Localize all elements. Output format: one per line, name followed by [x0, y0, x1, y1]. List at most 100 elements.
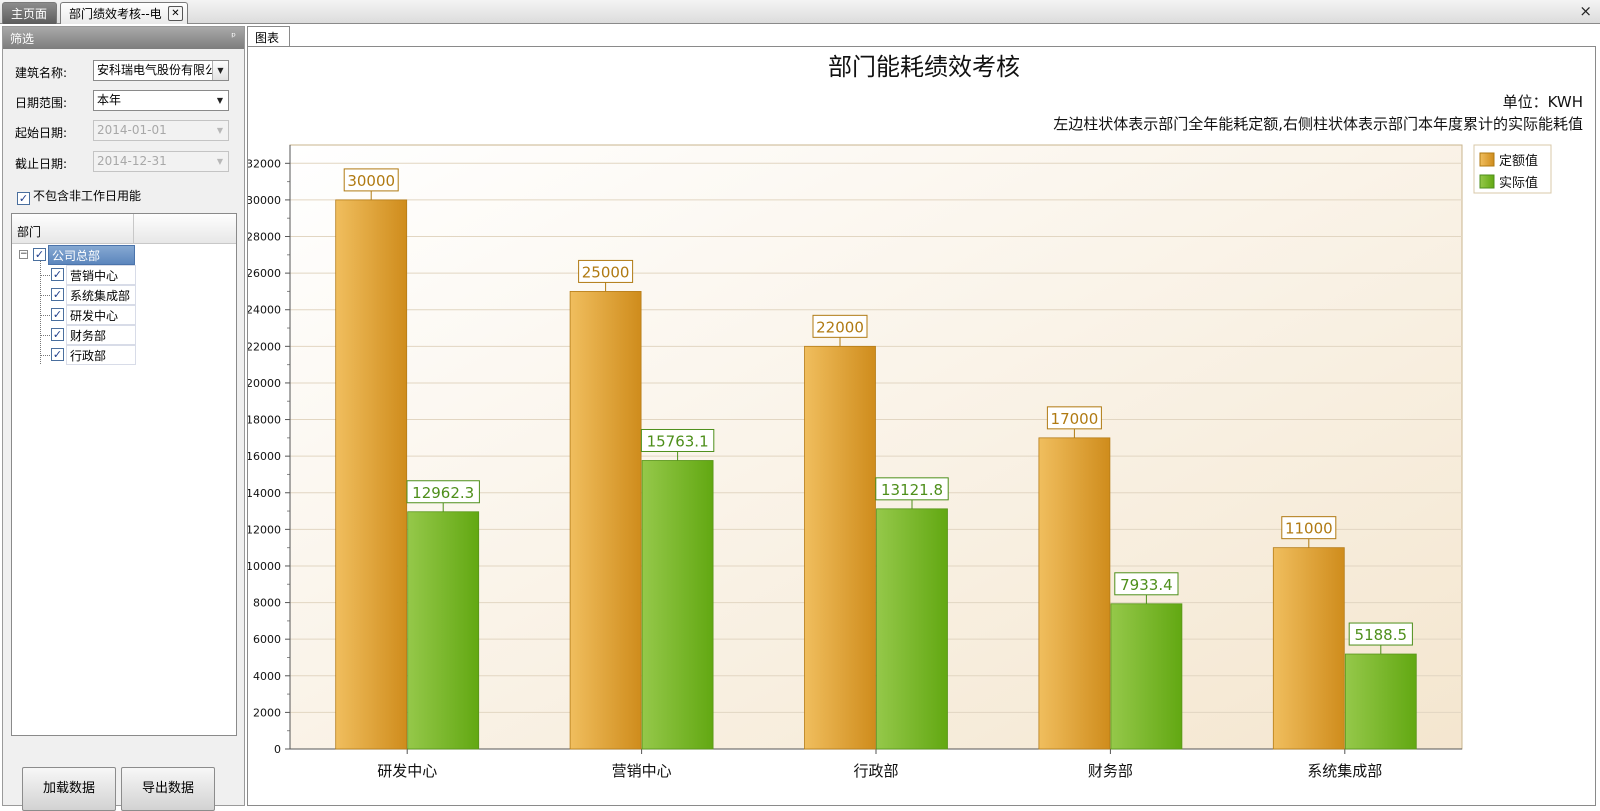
tree-connector — [40, 258, 41, 364]
bar-chart: 部门能耗绩效考核 单位：KWH 左边柱状体表示部门全年能耗定额,右侧柱状体表示部… — [248, 53, 1583, 780]
tree-node-label: 公司总部 — [48, 245, 135, 265]
tab-chart[interactable]: 图表 — [247, 26, 290, 46]
bar — [569, 291, 642, 750]
data-label: 25000 — [582, 263, 630, 281]
tab-department-performance[interactable]: 部门绩效考核--电 ✕ — [60, 2, 188, 24]
plot-area: 0 2000 4000 6000 8000 10000 12000 14000 16000 180… — [248, 144, 1463, 780]
tree-checkbox[interactable]: ✓ — [51, 288, 64, 301]
building-label: 建筑名称: — [15, 66, 68, 80]
tab-department-performance-label: 部门绩效考核--电 — [69, 7, 162, 21]
y-tick-label: 2000 — [253, 706, 281, 719]
bar — [335, 199, 408, 750]
y-tick-label: 14000 — [248, 487, 281, 500]
y-tick-label: 26000 — [248, 267, 281, 280]
tree-checkbox[interactable]: ✓ — [51, 268, 64, 281]
bar — [876, 508, 948, 750]
data-label: 17000 — [1051, 410, 1099, 428]
end-date-picker[interactable]: 2014-12-31 ▼ — [93, 151, 229, 172]
chart-title: 部门能耗绩效考核 — [828, 53, 1020, 81]
tab-close-icon[interactable]: ✕ — [168, 6, 183, 21]
chevron-down-icon[interactable]: ▼ — [212, 152, 228, 171]
y-tick-label: 24000 — [248, 304, 281, 317]
y-tick-label: 20000 — [248, 377, 281, 390]
tree-connector — [40, 315, 50, 316]
bar — [1344, 653, 1417, 750]
bar — [407, 511, 480, 750]
tree-checkbox[interactable]: ✓ — [51, 348, 64, 361]
filter-panel-header: 筛选 ᵖ — [3, 27, 244, 49]
tree-connector — [40, 355, 50, 356]
data-label: 22000 — [816, 318, 864, 336]
legend-label: 实际值 — [1499, 175, 1538, 191]
tree-connector — [40, 335, 50, 336]
tree-checkbox[interactable]: ✓ — [33, 248, 46, 261]
tree-node-label: 系统集成部 — [66, 285, 136, 305]
date-range-label: 日期范围: — [15, 96, 68, 110]
start-date-label: 起始日期: — [15, 126, 68, 140]
tree-connector — [40, 275, 50, 276]
tree-node-label: 营销中心 — [66, 265, 136, 285]
x-tick-label: 营销中心 — [612, 762, 672, 780]
y-tick-label: 10000 — [248, 560, 281, 573]
tree-checkbox[interactable]: ✓ — [51, 308, 64, 321]
building-select-value: 安科瑞电气股份有限公 — [97, 63, 218, 77]
chevron-down-icon[interactable]: ▼ — [212, 121, 228, 140]
x-tick-label: 财务部 — [1088, 762, 1133, 780]
x-tick-label: 行政部 — [853, 762, 898, 780]
data-label: 11000 — [1285, 520, 1333, 538]
tab-home[interactable]: 主页面 — [2, 2, 57, 24]
y-tick-label: 8000 — [253, 597, 281, 610]
x-tick-label: 系统集成部 — [1307, 762, 1382, 780]
data-label: 30000 — [347, 172, 395, 190]
data-label: 5188.5 — [1355, 626, 1408, 644]
start-date-picker[interactable]: 2014-01-01 ▼ — [93, 120, 229, 141]
close-window-icon[interactable]: × — [1579, 2, 1592, 20]
legend-swatch — [1479, 174, 1495, 189]
y-tick-label: 16000 — [248, 450, 281, 463]
export-data-button[interactable]: 导出数据 — [121, 767, 215, 811]
end-date-value: 2014-12-31 — [97, 154, 167, 168]
y-tick-label: 6000 — [253, 633, 281, 646]
chart-subtitle: 左边柱状体表示部门全年能耗定额,右侧柱状体表示部门本年度累计的实际能耗值 — [1053, 115, 1583, 133]
tree-header: 部门 — [12, 214, 236, 244]
bar — [1038, 437, 1111, 750]
y-tick-label: 30000 — [248, 194, 281, 207]
load-data-button[interactable]: 加载数据 — [22, 767, 116, 811]
chevron-down-icon[interactable]: ▼ — [212, 91, 228, 110]
bar — [1272, 547, 1345, 750]
exclude-nonworkday-label: 不包含非工作日用能 — [33, 189, 142, 203]
chart-unit-note: 单位：KWH — [1503, 93, 1583, 111]
exclude-nonworkday-option[interactable]: ✓ 不包含非工作日用能 — [17, 187, 142, 205]
data-label: 13121.8 — [881, 481, 943, 499]
chart-panel: 部门能耗绩效考核 单位：KWH 左边柱状体表示部门全年能耗定额,右侧柱状体表示部… — [247, 46, 1596, 806]
pin-icon[interactable]: ᵖ — [231, 30, 236, 43]
tab-home-label: 主页面 — [11, 7, 48, 21]
y-tick-label: 28000 — [248, 231, 281, 244]
tree-node-label: 行政部 — [66, 345, 136, 365]
chart-legend: 定额值实际值 — [1473, 144, 1552, 194]
y-tick-label: 0 — [274, 743, 281, 756]
date-range-select-value: 本年 — [97, 93, 122, 107]
y-tick-label: 32000 — [248, 157, 281, 170]
data-label: 7933.4 — [1120, 576, 1173, 594]
exclude-nonworkday-checkbox[interactable]: ✓ — [17, 192, 30, 205]
date-range-select[interactable]: 本年 ▼ — [93, 90, 229, 111]
tree-node-label: 研发中心 — [66, 305, 136, 325]
chevron-down-icon[interactable]: ▼ — [212, 61, 228, 80]
data-label: 12962.3 — [412, 484, 474, 502]
tree-connector — [40, 295, 50, 296]
department-tree[interactable]: 部门 − ✓ 公司总部 ✓ 营销中心 ✓ 系统集成部 ✓ 研发中心 ✓ 财务部 — [11, 213, 237, 736]
bar — [804, 345, 876, 750]
building-select[interactable]: 安科瑞电气股份有限公 ▼ — [93, 60, 229, 81]
filter-panel: 筛选 ᵖ 建筑名称: 安科瑞电气股份有限公 ▼ 日期范围: 本年 ▼ 起始日期:… — [2, 26, 245, 811]
data-label: 15763.1 — [647, 432, 709, 450]
y-tick-label: 22000 — [248, 340, 281, 353]
document-tab-strip: 主页面 部门绩效考核--电 ✕ × — [0, 0, 1600, 24]
x-tick-label: 研发中心 — [377, 762, 437, 780]
filter-panel-title: 筛选 — [10, 32, 35, 46]
collapse-icon[interactable]: − — [19, 250, 28, 259]
tree-column-header[interactable]: 部门 — [12, 214, 134, 244]
bar — [1110, 603, 1183, 750]
y-tick-label: 4000 — [253, 670, 281, 683]
tree-checkbox[interactable]: ✓ — [51, 328, 64, 341]
